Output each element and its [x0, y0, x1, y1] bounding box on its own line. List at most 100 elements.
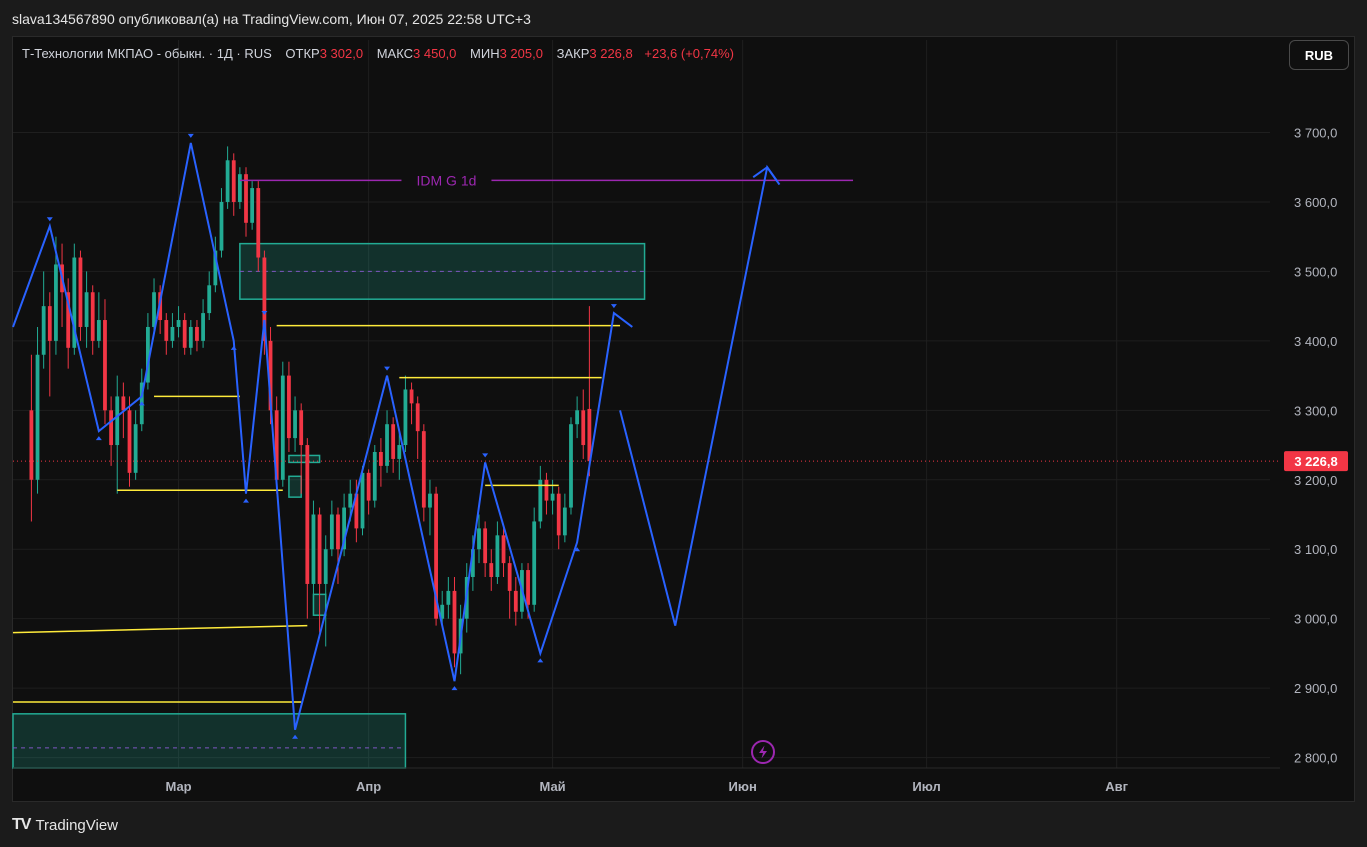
candle-body	[336, 514, 340, 550]
candle-body	[323, 549, 328, 584]
candle-body	[250, 188, 255, 223]
swing-high-marker	[384, 366, 391, 371]
candle-body	[348, 493, 353, 508]
candle-body	[244, 174, 248, 223]
candle-body	[164, 320, 169, 341]
candle-body	[280, 375, 285, 480]
candle-body	[47, 306, 52, 341]
candle-body	[115, 396, 120, 446]
candle-body	[287, 375, 291, 439]
candle-body	[391, 424, 396, 459]
y-tick-label: 3 500,0	[1294, 264, 1337, 279]
candle-body	[231, 160, 236, 202]
symbol-legend: Т-Технологии МКПАО - обыкн. · 1Д · RUS О…	[22, 46, 734, 61]
candle-body	[225, 160, 230, 202]
candle-body	[29, 410, 34, 480]
swing-low-marker	[537, 658, 544, 663]
candle-body	[575, 410, 580, 425]
order-block-zones	[12, 242, 646, 769]
candle-body	[397, 445, 402, 459]
candle-body	[562, 507, 567, 536]
candle-body	[90, 292, 95, 341]
price-chart[interactable]: IDM G 1d 3 700,0 3 600,0 3 500,0 3 400,0 3 3…	[0, 0, 1367, 847]
tradingview-logo[interactable]: TV TradingView	[12, 816, 118, 834]
swing-low-marker	[95, 436, 102, 441]
x-tick-label: Июн	[729, 779, 757, 794]
candle-body	[556, 493, 561, 536]
candle-body	[121, 396, 126, 411]
candle-body	[501, 535, 506, 564]
swing-low-marker	[138, 401, 145, 406]
candle-body	[446, 590, 451, 605]
currency-button[interactable]: RUB	[1289, 40, 1349, 70]
candle-body	[256, 188, 261, 258]
candle-body	[293, 410, 297, 439]
x-tick-label: Апр	[356, 779, 381, 794]
candle-body	[526, 570, 530, 605]
candle-body	[84, 292, 89, 327]
high-label: МАКС	[376, 46, 414, 61]
tradingview-brand: TradingView	[35, 816, 118, 834]
candle-body	[96, 320, 101, 341]
symbol-name[interactable]: Т-Технологии МКПАО - обыкн. · 1Д · RUS	[22, 46, 272, 61]
candle-body	[133, 424, 138, 473]
idm-level-label: IDM G 1d	[417, 172, 477, 188]
grid	[13, 40, 1270, 768]
candle-body	[477, 528, 481, 550]
candle-body	[550, 493, 555, 501]
candle-body	[581, 410, 586, 446]
candle-body	[372, 451, 377, 501]
candle-body	[305, 445, 310, 584]
swing-high-marker	[482, 453, 489, 458]
candle-body	[452, 590, 457, 654]
candle-body	[103, 320, 107, 411]
candle-body	[317, 514, 322, 584]
low-label: МИН	[470, 46, 500, 61]
x-tick-label: Авг	[1105, 779, 1128, 794]
candle-body	[329, 514, 334, 550]
candle-body	[385, 424, 389, 466]
candle-body	[299, 410, 304, 446]
candle-body	[421, 431, 426, 508]
candle-body	[41, 306, 46, 355]
candle-body	[360, 472, 365, 529]
candle-body	[195, 326, 199, 341]
swing-low-marker	[230, 345, 237, 350]
candle-body	[127, 410, 132, 473]
open-value: 3 302,0	[319, 46, 364, 61]
candle-body	[237, 174, 242, 202]
candle-body	[532, 521, 537, 605]
candle-body	[188, 326, 193, 348]
x-tick-label: Мар	[165, 779, 191, 794]
y-tick-label: 2 800,0	[1294, 751, 1337, 766]
liquidity-levels: IDM G 1d	[12, 172, 1280, 703]
candle-body	[379, 451, 383, 466]
low-value: 3 205,0	[499, 46, 543, 61]
candle-body	[109, 410, 114, 446]
candle-body	[495, 535, 500, 578]
candle-body	[513, 590, 518, 612]
order-block-zone	[12, 713, 407, 769]
candle-body	[219, 201, 224, 251]
swing-low-marker	[243, 498, 250, 503]
axes: 3 700,0 3 600,0 3 500,0 3 400,0 3 300,0 3 200…	[13, 126, 1348, 794]
candle-body	[207, 285, 212, 314]
order-block-zone	[288, 475, 302, 498]
candle-body	[428, 493, 432, 508]
y-tick-label: 3 600,0	[1294, 195, 1337, 210]
zigzag-line	[12, 142, 633, 731]
y-tick-label: 3 400,0	[1294, 334, 1337, 349]
open-label: ОТКР	[285, 46, 320, 61]
candle-body	[170, 326, 175, 341]
liquidity-level	[12, 624, 308, 634]
candle-body	[78, 257, 83, 327]
close-value: 3 226,8	[589, 46, 633, 61]
lightning-icon[interactable]	[751, 740, 775, 764]
y-tick-label: 3 100,0	[1294, 542, 1337, 557]
candle-body	[507, 563, 512, 591]
swing-high-marker	[46, 217, 53, 222]
tradingview-logo-icon: TV	[12, 816, 31, 833]
y-tick-label: 3 300,0	[1294, 403, 1337, 418]
candle-body	[569, 424, 573, 508]
x-tick-label: Май	[539, 779, 565, 794]
